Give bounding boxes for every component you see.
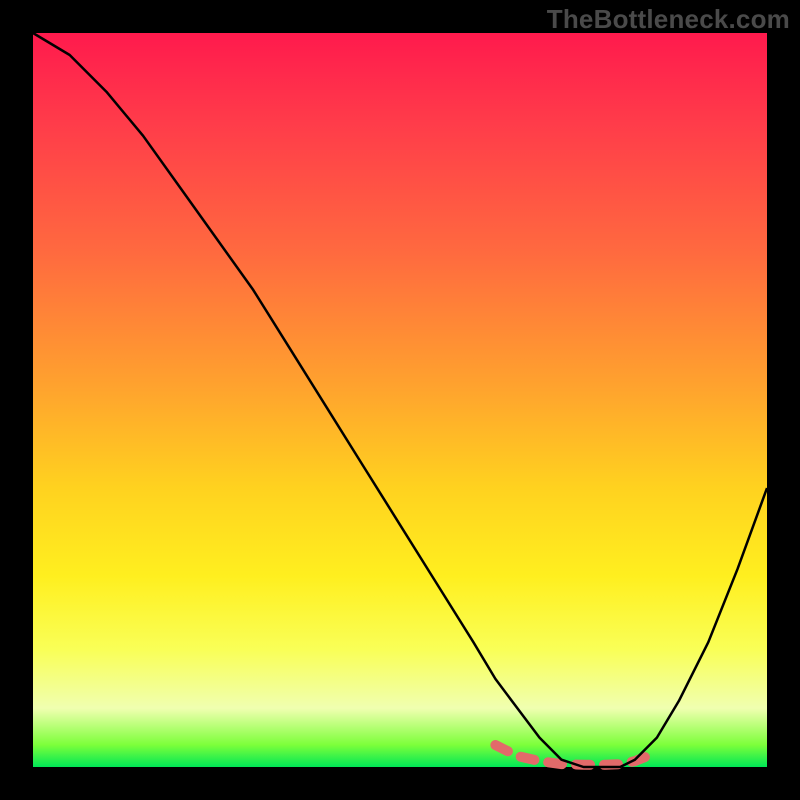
curve-layer bbox=[33, 33, 767, 767]
bottleneck-curve-path bbox=[33, 33, 767, 767]
watermark-text: TheBottleneck.com bbox=[547, 4, 790, 35]
chart-frame: TheBottleneck.com bbox=[0, 0, 800, 800]
